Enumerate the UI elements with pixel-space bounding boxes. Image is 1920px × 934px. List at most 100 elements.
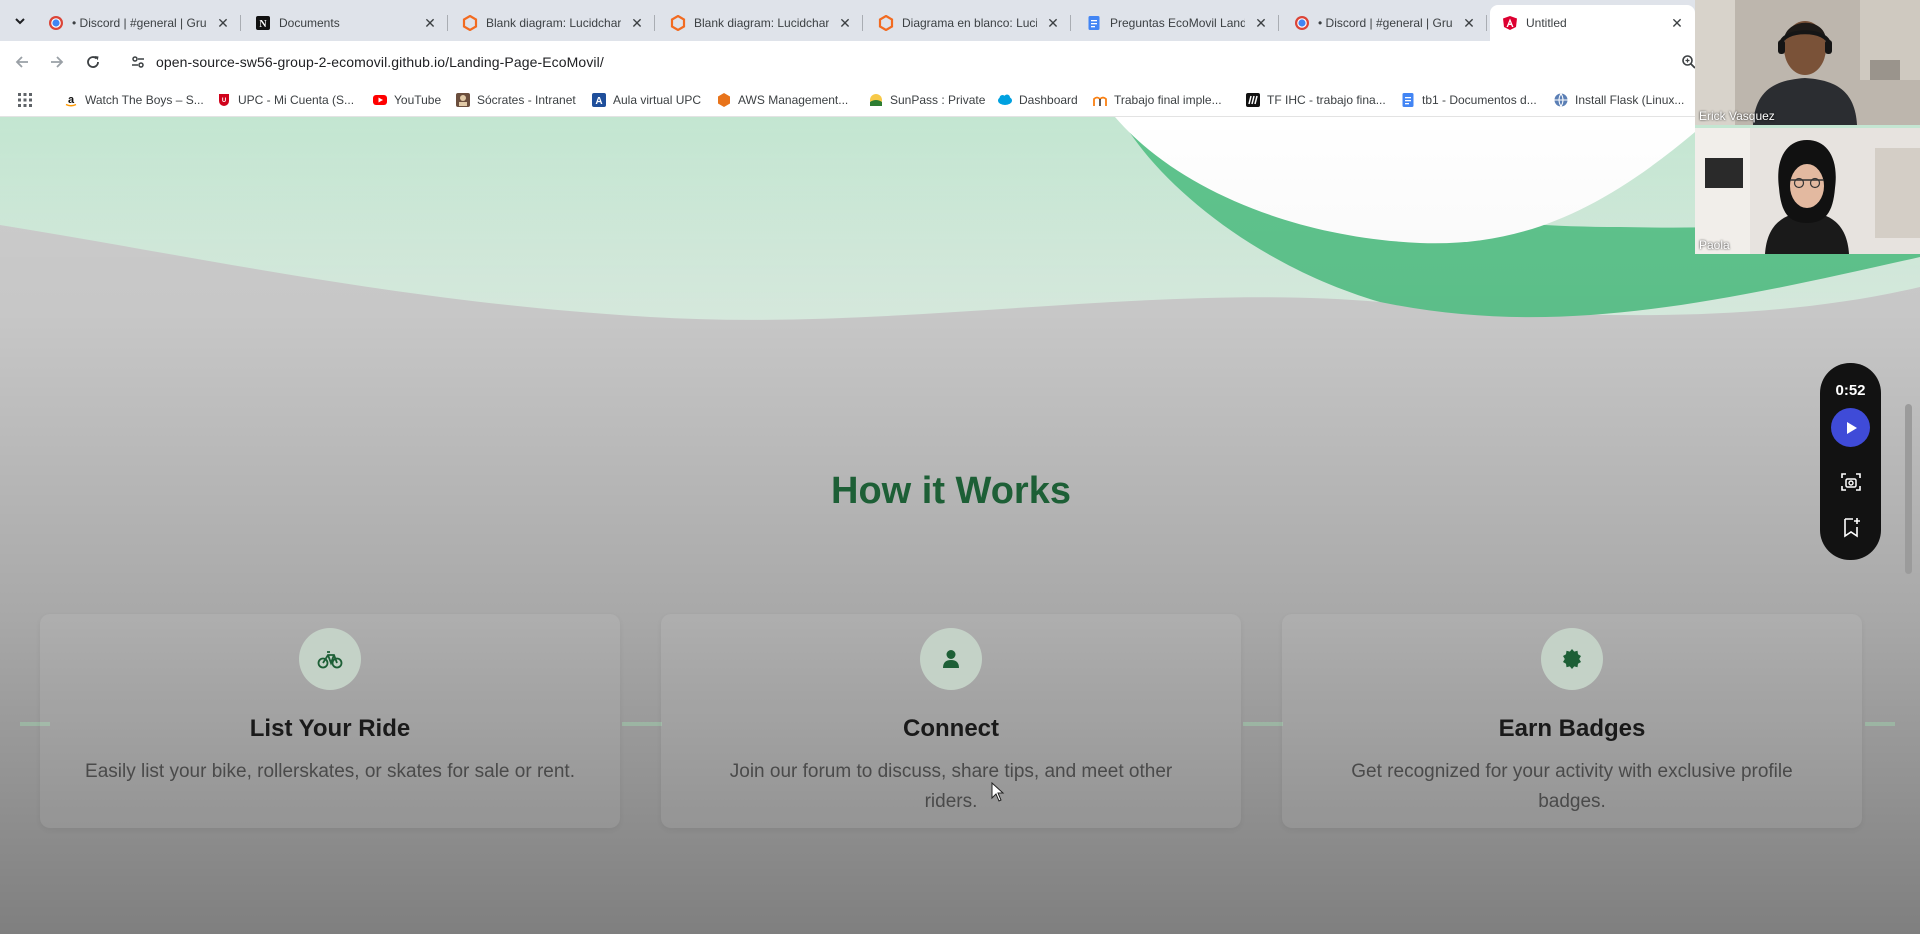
tab-title: Diagrama en blanco: Luci [902, 16, 1037, 30]
close-icon[interactable]: ✕ [1669, 15, 1685, 31]
page-scrollbar-thumb[interactable] [1905, 404, 1912, 574]
address-bar[interactable]: open-source-sw56-group-2-ecomovil.github… [124, 47, 1696, 77]
bookmark-item[interactable]: Install Flask (Linux... [1553, 91, 1684, 109]
participant-name: Erick Vasquez [1699, 109, 1775, 123]
tab-discord-1[interactable]: • Discord | #general | Gru ✕ [36, 5, 241, 41]
arrow-right-icon [51, 56, 64, 68]
recording-timer: 0:52 [1835, 382, 1866, 399]
tab-lucidchart-3[interactable]: Diagrama en blanco: Luci ✕ [866, 5, 1071, 41]
tab-discord-2[interactable]: • Discord | #general | Gru ✕ [1282, 5, 1487, 41]
upc-icon: U [216, 92, 232, 108]
tab-title: Blank diagram: Lucidchart [694, 16, 829, 30]
lucidchart-icon [462, 15, 478, 31]
close-icon[interactable]: ✕ [215, 15, 231, 31]
globe-icon [1553, 92, 1569, 108]
svg-text:A: A [595, 96, 602, 107]
tab-search-button[interactable] [9, 10, 31, 32]
bookmark-item[interactable]: AWS Management... [716, 91, 848, 109]
step-card-connect: Connect Join our forum to discuss, share… [661, 614, 1241, 828]
chrome-discord-icon [1294, 15, 1310, 31]
close-icon[interactable]: ✕ [422, 15, 438, 31]
lucidchart-icon [670, 15, 686, 31]
tab-lucidchart-1[interactable]: Blank diagram: Lucidchart ✕ [450, 5, 655, 41]
close-icon[interactable]: ✕ [1253, 15, 1269, 31]
bookmark-item[interactable]: SunPass : Private [868, 91, 985, 109]
tab-title: Untitled [1526, 16, 1567, 30]
bookmark-item[interactable]: tb1 - Documentos d... [1400, 91, 1537, 109]
bookmarks-bar: a Watch The Boys – S... U UPC - Mi Cuent… [0, 83, 1695, 117]
tab-title: Documents [279, 16, 340, 30]
google-docs-icon [1086, 15, 1102, 31]
bookmark-item[interactable]: YouTube [372, 91, 441, 109]
bookmark-label: YouTube [394, 93, 442, 107]
step-description: Easily list your bike, rollerskates, or … [85, 761, 575, 782]
bookmark-item[interactable]: A Aula virtual UPC [591, 91, 701, 109]
bookmark-label: Install Flask (Linux... [1575, 93, 1685, 107]
tab-google-doc[interactable]: Preguntas EcoMovil Land ✕ [1074, 5, 1279, 41]
divider-line [1865, 722, 1895, 726]
participant-video-tile: Erick Vasquez [1695, 0, 1920, 125]
tab-documents[interactable]: N Documents ✕ [243, 5, 448, 41]
tab-lucidchart-2[interactable]: Blank diagram: Lucidchart ✕ [658, 5, 863, 41]
play-button[interactable] [1831, 408, 1870, 447]
bookmark-item[interactable]: U UPC - Mi Cuenta (S... [216, 91, 354, 109]
socrates-icon [455, 92, 471, 108]
page-viewport: How it Works List Your Ride Easily list … [0, 117, 1920, 934]
screenshot-button[interactable] [1837, 468, 1864, 495]
bookmark-label: Dashboard [1019, 93, 1078, 107]
forward-button[interactable] [45, 50, 69, 74]
bookmark-label: Watch The Boys – S... [85, 93, 204, 107]
tab-title: • Discord | #general | Gru [1318, 16, 1453, 30]
svg-text:N: N [259, 19, 267, 30]
svg-text:U: U [222, 98, 226, 104]
divider-line [622, 722, 662, 726]
reload-button[interactable] [81, 50, 105, 74]
bookmark-label: UPC - Mi Cuenta (S... [238, 93, 355, 107]
close-icon[interactable]: ✕ [837, 15, 853, 31]
camera-icon [1840, 472, 1861, 491]
step-title: List Your Ride [249, 715, 411, 742]
bookmark-label: SunPass : Private [890, 93, 986, 107]
aula-virtual-icon: A [591, 92, 607, 108]
apps-grid-icon[interactable] [17, 92, 33, 113]
tab-divider [1486, 15, 1487, 31]
icon-circle [1541, 628, 1603, 690]
sunpass-icon [868, 92, 884, 108]
bookmark-add-icon [1843, 517, 1860, 537]
tab-title: • Discord | #general | Gru [72, 16, 207, 30]
user-icon [943, 650, 959, 668]
bookmark-label: TF IHC - trabajo fina... [1267, 93, 1386, 107]
participant-name: Paola [1699, 238, 1730, 252]
recording-widget: 0:52 [1820, 363, 1881, 560]
tab-title: Preguntas EcoMovil Land [1110, 16, 1245, 30]
divider-line [1243, 722, 1283, 726]
participant-video-frame [1695, 128, 1920, 254]
mouse-cursor-icon [991, 781, 1005, 807]
bookmark-item[interactable]: Dashboard [997, 91, 1078, 109]
close-icon[interactable]: ✕ [629, 15, 645, 31]
tab-divider [862, 15, 863, 31]
svg-text:a: a [68, 94, 75, 106]
tab-untitled[interactable]: Untitled ✕ [1490, 5, 1695, 41]
site-info-icon[interactable] [130, 54, 146, 70]
step-description: Get recognized for your activity with ex… [1351, 761, 1793, 812]
bookmark-button[interactable] [1837, 513, 1864, 540]
miro-icon [1245, 92, 1261, 108]
salesforce-icon [997, 92, 1013, 108]
tab-divider [1070, 15, 1071, 31]
close-icon[interactable]: ✕ [1045, 15, 1061, 31]
google-docs-icon [1400, 92, 1416, 108]
bookmark-item[interactable]: a Watch The Boys – S... [63, 91, 204, 109]
angular-icon [1502, 15, 1518, 31]
tab-strip: • Discord | #general | Gru ✕ N Documents… [0, 0, 1695, 41]
bookmark-item[interactable]: TF IHC - trabajo fina... [1245, 91, 1386, 109]
play-icon [1846, 421, 1857, 434]
url-text: open-source-sw56-group-2-ecomovil.github… [156, 54, 604, 70]
reload-icon [87, 56, 99, 68]
bookmark-item[interactable]: Trabajo final imple... [1092, 91, 1222, 109]
bookmark-label: tb1 - Documentos d... [1422, 93, 1537, 107]
back-button[interactable] [10, 50, 34, 74]
close-icon[interactable]: ✕ [1461, 15, 1477, 31]
bookmark-item[interactable]: Sócrates - Intranet [455, 91, 576, 109]
tab-divider [240, 15, 241, 31]
